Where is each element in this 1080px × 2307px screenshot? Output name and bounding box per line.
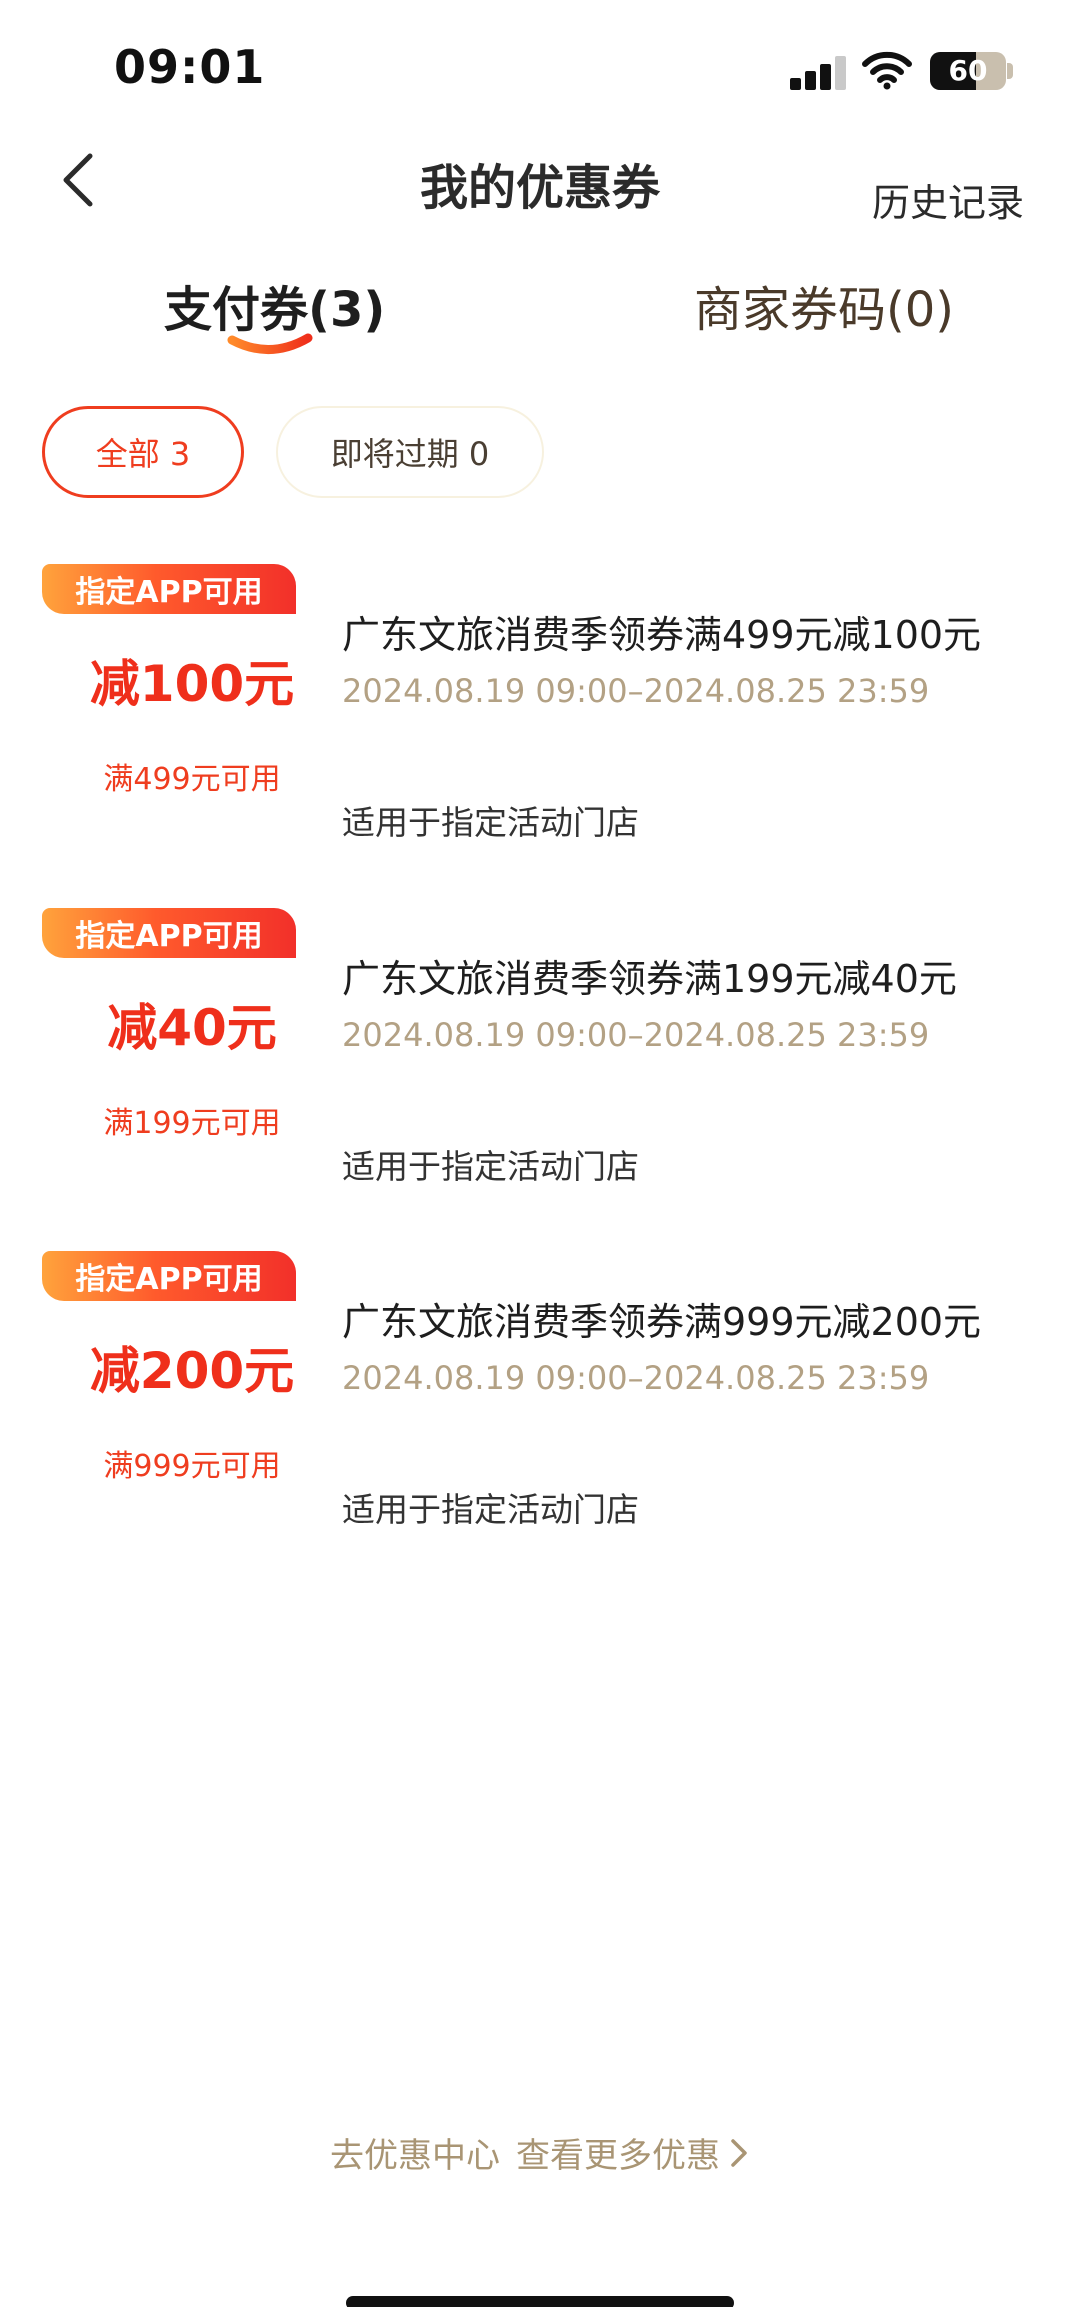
coupon-amount: 减40元 [107, 999, 277, 1057]
coupon-validity: 2024.08.19 09:00–2024.08.25 23:59 [342, 672, 930, 710]
more-offers-prefix: 去优惠中心 [330, 2136, 500, 2176]
coupon-amount: 减200元 [89, 1342, 295, 1400]
coupon-validity: 2024.08.19 09:00–2024.08.25 23:59 [342, 1359, 930, 1397]
coupon-title: 广东文旅消费季领券满199元减40元 [342, 957, 957, 1001]
cellular-signal-icon [790, 56, 846, 90]
coupon-page: 09:01 60 我的优惠券 历史记录 支付券(3) 商家券码(0) 全部 3 … [0, 0, 1080, 2307]
filter-all[interactable]: 全部 3 [42, 406, 244, 498]
coupon-scope: 适用于指定活动门店 [342, 1490, 639, 1529]
battery-cap [1007, 63, 1013, 79]
coupon-tag: 指定APP可用 [42, 1251, 296, 1301]
coupon-scope: 适用于指定活动门店 [342, 803, 639, 842]
more-offers-link[interactable]: 去优惠中心 查看更多优惠 [0, 2128, 1080, 2177]
wifi-icon [862, 51, 912, 90]
tab-merchant-codes[interactable]: 商家券码(0) [694, 270, 954, 340]
more-offers-label: 查看更多优惠 [516, 2136, 720, 2176]
coupon-condition: 满199元可用 [103, 1106, 281, 1141]
coupon-condition: 满999元可用 [103, 1449, 281, 1484]
battery-icon: 60 [930, 52, 1006, 90]
battery-level: 60 [948, 54, 988, 87]
coupon-card[interactable]: 指定APP可用 减40元 满199元可用 广东文旅消费季领券满199元减40元 … [0, 908, 1080, 1208]
coupon-scope: 适用于指定活动门店 [342, 1147, 639, 1186]
coupon-amount: 减100元 [89, 655, 295, 713]
coupon-title: 广东文旅消费季领券满999元减200元 [342, 1300, 982, 1344]
filter-expiring[interactable]: 即将过期 0 [276, 406, 544, 498]
coupon-condition: 满499元可用 [103, 762, 281, 797]
coupon-tag: 指定APP可用 [42, 908, 296, 958]
home-indicator [346, 2296, 734, 2307]
active-tab-indicator [227, 333, 313, 354]
status-time: 09:01 [114, 40, 266, 94]
coupon-title: 广东文旅消费季领券满499元减100元 [342, 613, 982, 657]
coupon-validity: 2024.08.19 09:00–2024.08.25 23:59 [342, 1016, 930, 1054]
coupon-tag: 指定APP可用 [42, 564, 296, 614]
history-link[interactable]: 历史记录 [872, 172, 1024, 227]
status-bar: 09:01 60 [0, 0, 1080, 130]
coupon-card[interactable]: 指定APP可用 减200元 满999元可用 广东文旅消费季领券满999元减200… [0, 1251, 1080, 1551]
chevron-right-icon [731, 2138, 747, 2167]
coupon-card[interactable]: 指定APP可用 减100元 满499元可用 广东文旅消费季领券满499元减100… [0, 564, 1080, 864]
